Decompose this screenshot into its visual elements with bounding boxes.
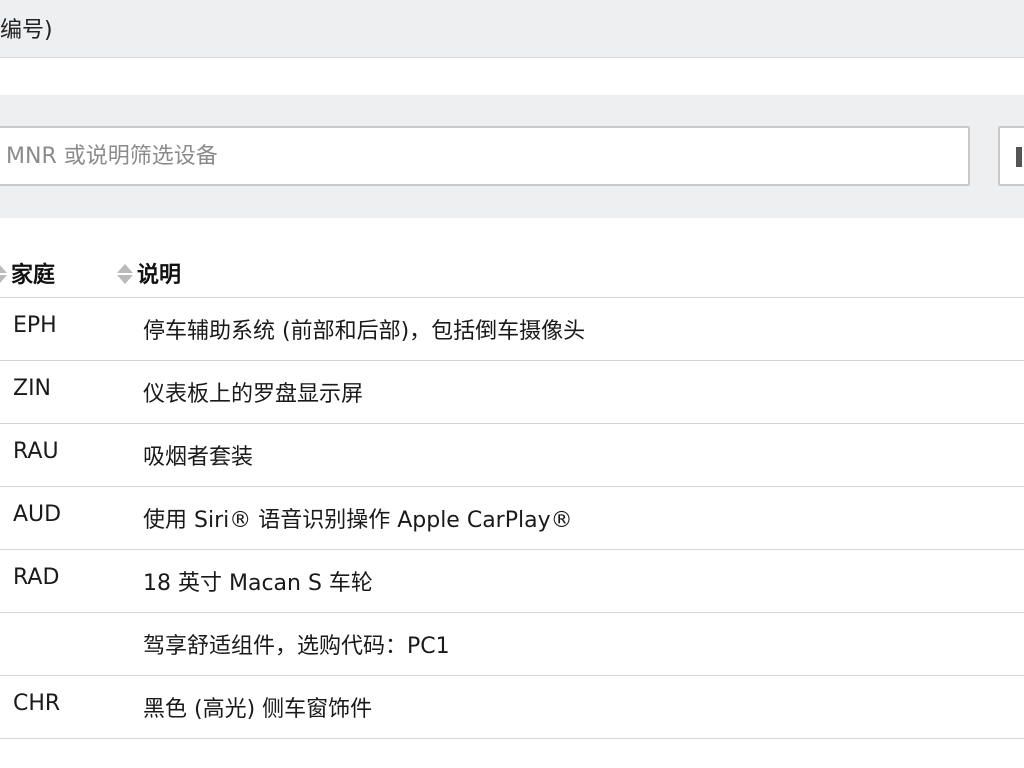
- column-header-description[interactable]: 说明: [116, 257, 181, 289]
- row-description: 黑色 (高光) 侧车窗饰件: [143, 697, 373, 722]
- table-row: ZIN 仪表板上的罗盘显示屏: [0, 361, 1024, 424]
- row-code: ZIN: [13, 376, 52, 401]
- row-code: AUD: [13, 502, 62, 527]
- equipment-page: 编号) 家庭 说明 EPH 停车辅助系统 (前部和后部)，包括倒车摄像头 ZIN…: [0, 0, 1024, 768]
- table-header: 家庭 说明: [0, 243, 1024, 298]
- column-header-description-label: 说明: [137, 263, 182, 288]
- table-row: CHR 黑色 (高光) 侧车窗饰件: [0, 676, 1024, 739]
- header-band: 编号): [0, 0, 1024, 58]
- row-description: 18 英寸 Macan S 车轮: [143, 571, 373, 596]
- row-code: CHR: [13, 691, 61, 716]
- table-row: EPH 停车辅助系统 (前部和后部)，包括倒车摄像头: [0, 298, 1024, 361]
- row-code: RAD: [13, 565, 60, 590]
- table-row: RAD 18 英寸 Macan S 车轮: [0, 550, 1024, 613]
- row-code: EPH: [13, 313, 57, 338]
- table-row: AUD 使用 Siri® 语音识别操作 Apple CarPlay®: [0, 487, 1024, 550]
- table-row: 驾享舒适组件，选购代码：PC1: [0, 613, 1024, 676]
- equipment-table: 家庭 说明 EPH 停车辅助系统 (前部和后部)，包括倒车摄像头 ZIN 仪表板…: [0, 243, 1024, 739]
- sort-icon[interactable]: [116, 263, 134, 285]
- row-description: 吸烟者套装: [143, 445, 254, 470]
- column-header-family[interactable]: 家庭: [0, 257, 55, 289]
- sort-icon[interactable]: [0, 263, 8, 285]
- header-title: 编号): [0, 18, 53, 43]
- filter-side-button[interactable]: [998, 126, 1024, 186]
- filter-input[interactable]: [0, 126, 970, 186]
- row-description: 停车辅助系统 (前部和后部)，包括倒车摄像头: [143, 319, 586, 344]
- column-header-family-label: 家庭: [11, 263, 56, 288]
- row-description: 仪表板上的罗盘显示屏: [143, 382, 364, 407]
- row-code: RAU: [13, 439, 59, 464]
- row-description: 驾享舒适组件，选购代码：PC1: [143, 634, 450, 659]
- button-edge-icon: [1016, 147, 1022, 167]
- table-row: RAU 吸烟者套装: [0, 424, 1024, 487]
- row-description: 使用 Siri® 语音识别操作 Apple CarPlay®: [143, 508, 573, 533]
